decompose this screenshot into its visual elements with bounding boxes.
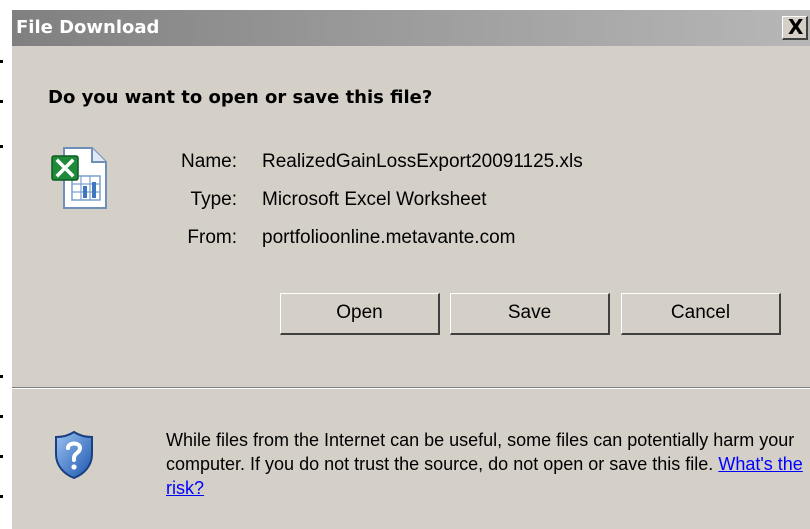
edge-mark (0, 145, 3, 148)
cancel-button[interactable]: Cancel (621, 293, 781, 335)
edge-mark (0, 60, 3, 63)
section-divider (12, 387, 810, 389)
title-bar[interactable]: File Download X (12, 10, 810, 46)
edge-mark (0, 375, 3, 378)
window-title: File Download (16, 17, 160, 38)
warning-text: While files from the Internet can be use… (166, 430, 795, 474)
file-from-label: From: (187, 227, 237, 248)
file-name-label: Name: (181, 151, 237, 172)
save-button[interactable]: Save (450, 293, 610, 335)
file-download-dialog: File Download X Do you want to open or s… (10, 10, 810, 529)
excel-file-icon (51, 147, 107, 209)
close-button[interactable]: X (782, 15, 808, 40)
shield-question-icon (55, 430, 93, 480)
edge-mark (0, 100, 3, 103)
edge-mark (0, 455, 3, 458)
file-type-value: Microsoft Excel Worksheet (262, 189, 487, 210)
open-button[interactable]: Open (280, 293, 440, 335)
dialog-question: Do you want to open or save this file? (48, 87, 433, 108)
file-name-value: RealizedGainLossExport20091125.xls (262, 151, 583, 172)
close-icon: X (788, 15, 804, 39)
edge-mark (0, 495, 3, 498)
file-from-value: portfolioonline.metavante.com (262, 227, 516, 248)
security-warning: While files from the Internet can be use… (166, 428, 806, 500)
file-type-label: Type: (190, 189, 237, 210)
edge-mark (0, 415, 3, 418)
